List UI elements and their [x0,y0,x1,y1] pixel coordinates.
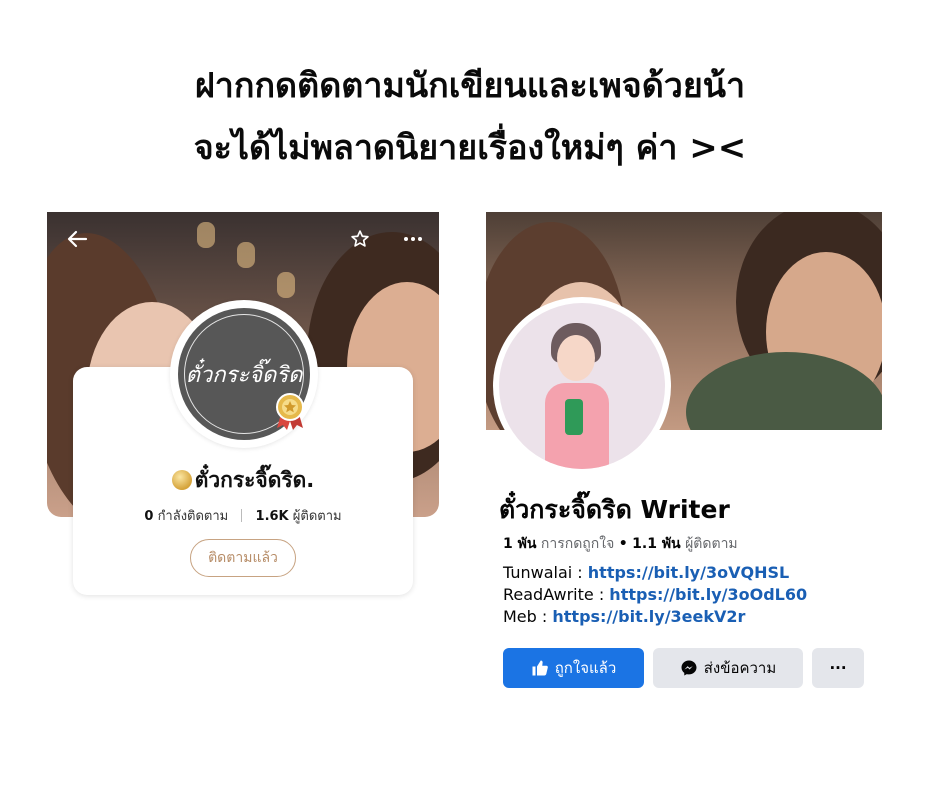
facebook-page-stats: 1 พัน การกดถูกใจ • 1.1 พัน ผู้ติดตาม [503,533,738,555]
likes-label: การกดถูกใจ [540,536,615,552]
medal-icon [171,470,192,490]
link-row-meb: Meb : https://bit.ly/3eekV2r [503,606,807,628]
stats-divider [241,509,243,522]
liked-button-label: ถูกใจแล้ว [554,659,617,677]
app-profile-name: ตั๋วกระจิ๊ดริด. [73,464,413,497]
following-label: กำลังติดตาม [157,509,229,524]
headline-line-1: ฝากกดติดตามนักเขียนและเพจด้วยน้า [194,66,746,106]
app-profile-name-text: ตั๋วกระจิ๊ดริด. [194,468,315,492]
likes-count: 1 พัน [503,536,537,552]
stats-dot: • [618,536,628,552]
app-profile-stats: 0 กำลังติดตาม 1.6K ผู้ติดตาม [73,505,413,526]
more-icon[interactable] [403,229,423,252]
headline-line-2: จะได้ไม่พลาดนิยายเรื่องใหม่ๆ ค่า >< [193,128,747,168]
link-url[interactable]: https://bit.ly/3oVQHSL [588,563,789,582]
following-count: 0 [144,509,154,524]
link-url[interactable]: https://bit.ly/3eekV2r [552,607,745,626]
link-row-readawrite: ReadAwrite : https://bit.ly/3oOdL60 [503,584,807,606]
back-arrow-icon[interactable] [66,229,88,252]
link-url[interactable]: https://bit.ly/3oOdL60 [609,585,807,604]
send-message-label: ส่งข้อความ [703,659,777,677]
facebook-profile-avatar[interactable] [493,297,671,475]
link-label: Tunwalai : [503,563,588,582]
followers-label: ผู้ติดตาม [292,509,342,524]
facebook-page-links: Tunwalai : https://bit.ly/3oVQHSL ReadAw… [503,562,807,628]
link-label: ReadAwrite : [503,585,610,604]
app-profile-avatar[interactable]: ตั๋วกระจิ๊ดริด [170,300,318,448]
more-options-button[interactable]: ··· [812,648,864,688]
link-row-tunwalai: Tunwalai : https://bit.ly/3oVQHSL [503,562,807,584]
thumbs-up-icon [532,660,548,676]
link-label: Meb : [503,607,553,626]
messenger-icon [681,660,697,676]
followers-count: 1.6K [255,509,289,524]
liked-button[interactable]: ถูกใจแล้ว [503,648,644,688]
fb-followers-label: ผู้ติดตาม [685,536,738,552]
following-button[interactable]: ติดตามแล้ว [190,539,296,577]
fb-followers-count: 1.1 พัน [632,536,681,552]
medal-icon [274,392,306,432]
star-icon[interactable] [350,229,370,252]
facebook-page-title: ตั๋วกระจิ๊ดริด Writer [499,495,730,524]
send-message-button[interactable]: ส่งข้อความ [653,648,803,688]
